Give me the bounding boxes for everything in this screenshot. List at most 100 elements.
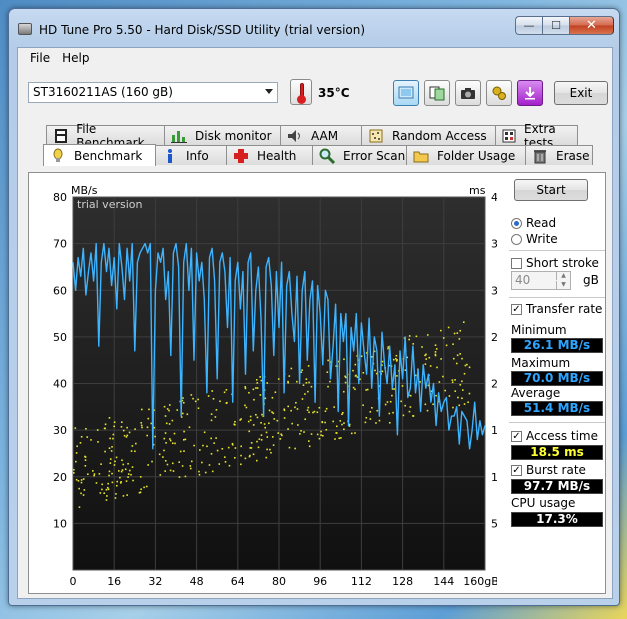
maximize-button[interactable]: ☐ [542,16,569,35]
tab-health[interactable]: Health [226,145,313,165]
access-time-point [166,408,169,410]
access-time-point [239,419,241,421]
short-stroke-input[interactable]: 40 ▲ ▼ [511,271,571,290]
copy-screen-button[interactable] [393,80,419,106]
access-time-point [294,406,296,409]
options-button[interactable] [486,80,512,106]
access-time-point [80,479,83,481]
access-time-point [352,386,355,389]
title-bar[interactable]: HD Tune Pro 5.50 - Hard Disk/SSD Utility… [9,9,619,47]
options-icon [492,86,506,100]
access-time-point [424,403,427,406]
access-time-point [354,375,357,377]
close-button[interactable]: ✕ [569,16,614,35]
access-time-point [115,456,118,459]
menu-file[interactable]: File [24,48,56,68]
access-time-point [169,469,172,472]
access-time-point [369,418,372,420]
access-time-point [308,411,310,414]
tab-info[interactable]: Info [155,145,227,165]
benchmark-icon [50,148,66,163]
start-button[interactable]: Start [514,179,588,201]
access-time-point [276,419,279,422]
exit-button[interactable]: Exit [554,81,608,105]
menu-help[interactable]: Help [56,48,95,68]
read-radio[interactable]: Read [511,216,556,230]
access-time-point [190,394,193,396]
camera-icon [461,88,475,99]
access-time-point [300,430,302,432]
tab-file-benchmark[interactable]: File Benchmark [46,122,165,150]
write-radio[interactable]: Write [511,232,558,246]
access-time-point [182,397,184,399]
access-time-point [260,421,262,424]
tab-benchmark[interactable]: Benchmark [43,144,156,166]
y-left-tick-label: 60 [53,284,67,297]
save-download-button[interactable] [517,80,543,106]
toolbar: ST3160211AS (160 gB) 35°C Exit [18,70,612,110]
access-time-point [202,444,204,447]
y-right-tick-label: 25 [491,331,497,344]
access-time-point [176,409,179,411]
tab-label: Random Access [392,128,487,143]
access-time-value: 18.5 ms [511,445,603,460]
access-time-point [127,476,129,478]
tab-erase[interactable]: Erase [525,145,593,165]
minimize-button[interactable]: — [515,16,542,35]
access-time-point [462,321,465,323]
access-time-point [100,463,102,465]
access-time-point [459,329,462,332]
drive-dropdown[interactable]: ST3160211AS (160 gB) [28,82,278,103]
access-time-point [322,434,324,437]
access-time-point [452,406,454,409]
access-time-point [256,387,259,389]
tab-aam[interactable]: AAM [280,125,362,145]
x-tick-label: 160gB [463,575,497,588]
access-time-point [256,416,259,419]
access-time-point [120,425,123,428]
access-time-point [186,413,189,416]
access-time-point [326,371,329,373]
access-time-point [468,366,471,369]
access-time-point [302,384,305,386]
access-time-point [108,447,111,450]
screenshot-button[interactable] [455,80,481,106]
access-time-point [130,450,133,452]
access-time-point [396,375,398,377]
access-time-point [134,428,136,430]
access-time-point [204,471,207,474]
tab-random-access[interactable]: Random Access [361,125,496,145]
access-time-point [273,418,276,420]
access-time-point [139,476,142,478]
access-time-point [121,421,123,423]
access-time-point [84,459,87,461]
access-time-point [240,463,242,466]
burst-rate-checkbox[interactable]: ✓ Burst rate [511,463,586,477]
access-time-point [188,426,191,429]
file-benchmark-icon [53,128,68,143]
tab-disk-monitor[interactable]: Disk monitor [164,125,281,145]
checkbox-unchecked-icon [511,257,522,269]
access-time-point [225,402,228,405]
access-time-point [85,427,87,430]
access-time-point [408,338,410,341]
short-stroke-checkbox[interactable]: Short stroke [511,256,599,270]
tab-folder-usage[interactable]: Folder Usage [406,145,526,165]
access-time-checkbox[interactable]: ✓ Access time [511,429,598,443]
access-time-point [147,417,150,420]
spin-down-icon[interactable]: ▼ [556,281,570,289]
access-time-point [265,456,268,459]
spin-up-icon[interactable]: ▲ [556,272,570,280]
transfer-rate-checkbox[interactable]: ✓ Transfer rate [511,302,602,316]
access-time-point [440,358,442,360]
access-time-point [272,412,275,415]
access-time-point [365,389,367,391]
access-time-point [287,428,289,430]
access-time-point [340,437,342,439]
access-time-point [253,398,255,401]
access-time-point [162,456,164,458]
tab-extra-tests[interactable]: Extra tests [495,122,578,150]
tab-error-scan[interactable]: Error Scan [312,145,407,165]
access-time-point [244,387,247,390]
copy-text-button[interactable] [424,80,450,106]
